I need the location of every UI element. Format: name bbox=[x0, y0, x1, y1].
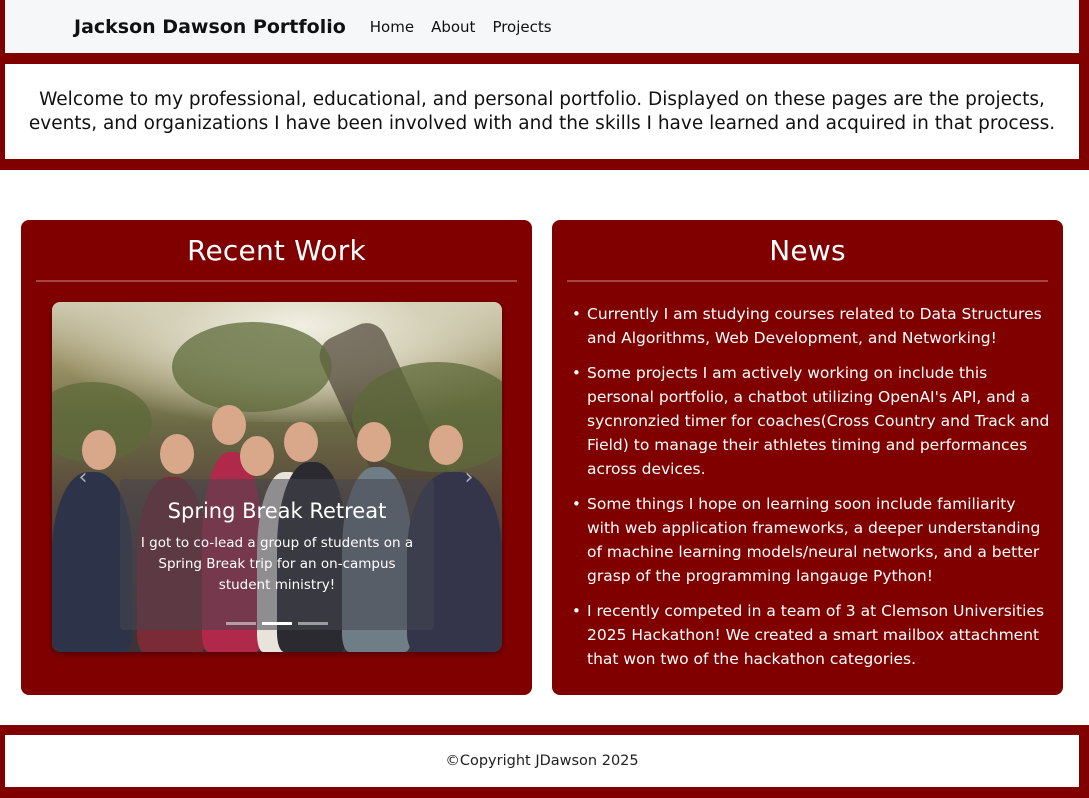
nav-projects-link[interactable]: Projects bbox=[492, 18, 551, 36]
news-item: • Some projects I am actively working on… bbox=[572, 361, 1052, 481]
navbar: Jackson Dawson Portfolio Home About Proj… bbox=[5, 0, 1079, 53]
news-item-text: Currently I am studying courses related … bbox=[587, 305, 1042, 347]
carousel-next-icon[interactable]: › bbox=[460, 462, 478, 492]
nav-about-link[interactable]: About bbox=[431, 18, 475, 36]
carousel-indicator-1[interactable] bbox=[226, 622, 256, 625]
bullet-icon: • bbox=[572, 495, 581, 513]
recent-work-title: Recent Work bbox=[187, 234, 366, 267]
carousel-indicator-3[interactable] bbox=[298, 622, 328, 625]
news-item-text: I recently competed in a team of 3 at Cl… bbox=[587, 602, 1045, 668]
photo-person-head bbox=[429, 425, 463, 465]
bullet-icon: • bbox=[572, 364, 581, 382]
carousel-prev-icon[interactable]: ‹ bbox=[74, 462, 92, 492]
slide-caption: Spring Break Retreat I got to co-lead a … bbox=[120, 479, 434, 630]
carousel-indicator-2[interactable] bbox=[262, 622, 292, 625]
photo-person-head bbox=[240, 436, 274, 476]
photo-foliage bbox=[172, 322, 332, 412]
photo-person-head bbox=[357, 422, 391, 462]
news-item: • I recently competed in a team of 3 at … bbox=[572, 599, 1052, 671]
photo-person-head bbox=[160, 434, 194, 474]
photo-person-head bbox=[212, 405, 246, 445]
brand-link[interactable]: Jackson Dawson Portfolio bbox=[74, 16, 346, 38]
slide-title: Spring Break Retreat bbox=[167, 499, 387, 523]
news-item: • Some things I hope on learning soon in… bbox=[572, 492, 1052, 588]
news-card: News • Currently I am studying courses r… bbox=[552, 220, 1063, 695]
divider bbox=[36, 280, 517, 282]
footer: ©Copyright JDawson 2025 bbox=[5, 735, 1079, 787]
intro-section: Welcome to my professional, educational,… bbox=[5, 64, 1079, 159]
copyright-text: ©Copyright JDawson 2025 bbox=[445, 753, 639, 769]
carousel-indicators bbox=[226, 622, 328, 625]
photo-person-head bbox=[284, 422, 318, 462]
news-item-text: Some projects I am actively working on i… bbox=[587, 364, 1050, 478]
slide-description: I got to co-lead a group of students on … bbox=[140, 535, 414, 593]
divider bbox=[567, 280, 1048, 282]
bullet-icon: • bbox=[572, 602, 581, 620]
nav-home-link[interactable]: Home bbox=[370, 18, 414, 36]
news-list: • Currently I am studying courses relate… bbox=[572, 302, 1052, 682]
bullet-icon: • bbox=[572, 305, 581, 323]
intro-text: Welcome to my professional, educational,… bbox=[28, 88, 1056, 134]
news-item: • Currently I am studying courses relate… bbox=[572, 302, 1052, 350]
news-item-text: Some things I hope on learning soon incl… bbox=[587, 495, 1041, 585]
recent-work-carousel[interactable]: ‹ › Spring Break Retreat I got to co-lea… bbox=[52, 302, 502, 652]
news-title: News bbox=[769, 234, 846, 267]
recent-work-card: Recent Work ‹ › Spring Break Retreat I g… bbox=[21, 220, 532, 695]
nav-links: Home About Projects bbox=[370, 18, 552, 36]
